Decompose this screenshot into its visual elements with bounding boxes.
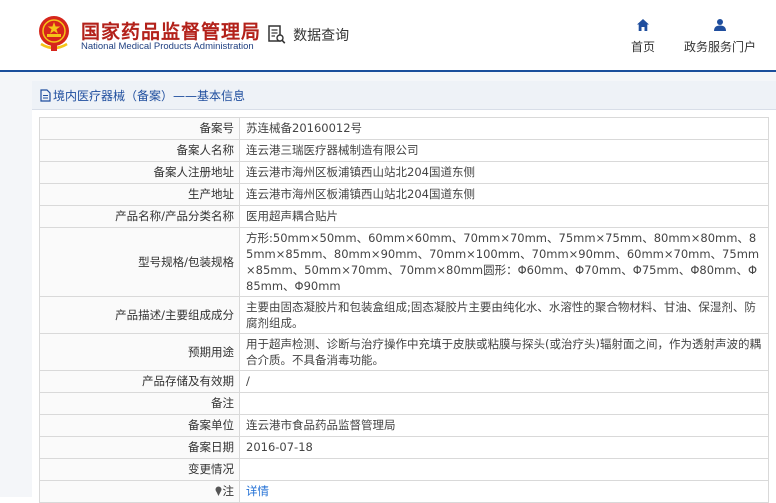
field-label: 备注: [39, 392, 240, 415]
record-detail-table: 备案号 苏连械备20160012号 备案人名称 连云港三瑞医疗器械制造有限公司 …: [39, 117, 769, 503]
document-search-icon: [268, 24, 286, 44]
field-label: 产品存储及有效期: [39, 370, 240, 393]
field-label: 产品描述/主要组成成分: [39, 296, 240, 334]
field-value: 医用超声耦合贴片: [239, 205, 769, 228]
field-label: 备案日期: [39, 436, 240, 459]
field-value: 苏连械备20160012号: [239, 117, 769, 140]
data-query-button[interactable]: 数据查询: [268, 24, 349, 44]
field-value: 连云港市海州区板浦镇西山站北204国道东侧: [239, 183, 769, 206]
table-row: 生产地址 连云港市海州区板浦镇西山站北204国道东侧: [39, 183, 769, 206]
field-value: /: [239, 370, 769, 393]
field-value: 连云港三瑞医疗器械制造有限公司: [239, 139, 769, 162]
panel-header: 境内医疗器械（备案）——基本信息: [32, 81, 776, 110]
note-label: 注: [222, 484, 235, 498]
table-row: 备案号 苏连械备20160012号: [39, 117, 769, 140]
table-row: 产品描述/主要组成成分 主要由固态凝胶片和包装盒组成;固态凝胶片主要由纯化水、水…: [39, 296, 769, 334]
field-value: 连云港市食品药品监督管理局: [239, 414, 769, 437]
note-value: 详情: [239, 480, 769, 503]
field-value: 连云港市海州区板浦镇西山站北204国道东侧: [239, 161, 769, 184]
field-value: [239, 458, 769, 481]
home-icon: [637, 19, 649, 31]
pin-icon: [215, 486, 221, 496]
field-value: 用于超声检测、诊断与治疗操作中充填于皮肤或粘膜与探头(或治疗头)辐射面之间，作为…: [239, 333, 769, 371]
field-value: 2016-07-18: [239, 436, 769, 459]
table-row: 变更情况: [39, 458, 769, 481]
field-label: 备案单位: [39, 414, 240, 437]
table-row: 备案日期 2016-07-18: [39, 436, 769, 459]
data-query-label: 数据查询: [293, 27, 350, 44]
document-icon: [40, 89, 51, 102]
table-row: 备案人名称 连云港三瑞医疗器械制造有限公司: [39, 139, 769, 162]
user-icon: [714, 19, 726, 31]
table-row: 备案人注册地址 连云港市海州区板浦镇西山站北204国道东侧: [39, 161, 769, 184]
field-label: 备案人名称: [39, 139, 240, 162]
field-value: 方形:50mm×50mm、60mm×60mm、70mm×70mm、75mm×75…: [239, 227, 769, 297]
table-row: 预期用途 用于超声检测、诊断与治疗操作中充填于皮肤或粘膜与探头(或治疗头)辐射面…: [39, 333, 769, 371]
field-label: 型号规格/包装规格: [39, 227, 240, 297]
field-label: 生产地址: [39, 183, 240, 206]
field-value: [239, 392, 769, 415]
field-label: 预期用途: [39, 333, 240, 371]
table-row: 备注: [39, 392, 769, 415]
table-row: 产品存储及有效期 /: [39, 370, 769, 393]
field-label: 产品名称/产品分类名称: [39, 205, 240, 228]
details-link[interactable]: 详情: [246, 484, 269, 498]
field-label: 变更情况: [39, 458, 240, 481]
table-row: 产品名称/产品分类名称 医用超声耦合贴片: [39, 205, 769, 228]
field-label: 备案人注册地址: [39, 161, 240, 184]
table-row: 备案单位 连云港市食品药品监督管理局: [39, 414, 769, 437]
nav-home-link[interactable]: 首页: [627, 18, 659, 55]
breadcrumb-text: 境内医疗器械（备案）——基本信息: [53, 89, 246, 103]
breadcrumb: 境内医疗器械（备案）——基本信息: [40, 87, 245, 104]
nav-portal-label: 政务服务门户: [683, 40, 756, 54]
note-label-cell: 注: [39, 480, 240, 503]
field-value: 主要由固态凝胶片和包装盒组成;固态凝胶片主要由纯化水、水溶性的聚合物材料、甘油、…: [239, 296, 769, 334]
site-title: 国家药品监督管理局: [81, 21, 262, 43]
table-row: 型号规格/包装规格 方形:50mm×50mm、60mm×60mm、70mm×70…: [39, 227, 769, 297]
field-label: 备案号: [39, 117, 240, 140]
table-row-note: 注 详情: [39, 480, 769, 503]
nav-portal-link[interactable]: 政务服务门户: [680, 18, 760, 55]
national-emblem-icon: [39, 16, 69, 51]
site-subtitle: National Medical Products Administration: [81, 41, 254, 52]
site-header: 国家药品监督管理局 National Medical Products Admi…: [0, 0, 776, 70]
nav-home-label: 首页: [630, 40, 655, 54]
